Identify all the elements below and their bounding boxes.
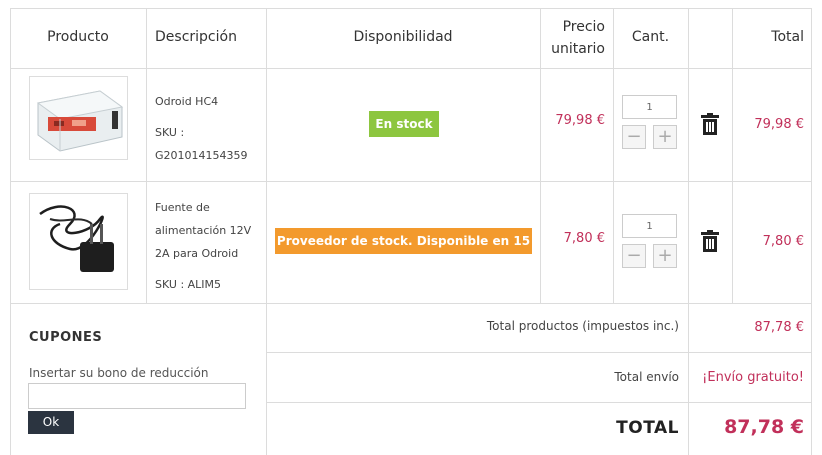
decrease-button[interactable]: − [622, 244, 646, 268]
row-divider-2 [10, 303, 812, 304]
line-total: 7,80 € [762, 234, 804, 249]
decrease-button[interactable]: − [622, 125, 646, 149]
trash-icon[interactable] [701, 113, 719, 135]
product-image-power-supply[interactable] [29, 193, 128, 290]
availability-badge: Proveedor de stock. Disponible en 15 día… [275, 228, 532, 274]
coupons-title: CUPONES [29, 330, 103, 345]
increase-button[interactable]: + [653, 244, 677, 268]
products-total-value: 87,78 € [754, 320, 804, 335]
quantity-input[interactable]: 1 [622, 214, 677, 238]
line-total: 79,98 € [754, 117, 804, 132]
header-unit-price-line2: unitario [551, 41, 605, 57]
item-name[interactable]: Odroid HC4 [155, 90, 218, 113]
coupon-label: Insertar su bono de reducción [29, 366, 209, 380]
header-product: Producto [47, 29, 109, 45]
grand-total-value: 87,78 € [724, 416, 804, 438]
header-unit-price-line1: Precio [562, 19, 605, 35]
border-top [10, 8, 812, 9]
col-divider-5 [688, 8, 689, 455]
col-divider-2 [266, 8, 267, 455]
trash-icon[interactable] [701, 230, 719, 252]
header-description: Descripción [155, 29, 237, 45]
header-availability: Disponibilidad [353, 29, 453, 45]
increase-button[interactable]: + [653, 125, 677, 149]
case-image [30, 77, 127, 159]
minus-icon: − [626, 245, 642, 266]
coupon-input[interactable] [28, 383, 246, 409]
availability-badge: En stock [369, 111, 439, 137]
item-name[interactable]: Fuente de alimentación 12V 2A para Odroi… [155, 196, 251, 265]
quantity-input[interactable]: 1 [622, 95, 677, 119]
shipping-label: Total envío [614, 370, 679, 384]
col-divider-4 [613, 8, 614, 304]
grand-total-label: TOTAL [616, 418, 679, 438]
row-divider-3 [266, 352, 812, 353]
minus-icon: − [626, 126, 642, 147]
adapter-image [30, 194, 127, 289]
unit-price: 7,80 € [563, 231, 605, 246]
col-divider-6 [732, 8, 733, 304]
border-left [10, 8, 11, 455]
row-divider-4 [266, 402, 812, 403]
item-sku: SKU : G201014154359 [155, 126, 248, 162]
unit-price: 79,98 € [555, 113, 605, 128]
products-total-label: Total productos (impuestos inc.) [486, 319, 679, 333]
col-divider-1 [146, 8, 147, 304]
coupon-ok-button[interactable]: Ok [28, 411, 74, 434]
shipping-value: ¡Envío gratuito! [702, 370, 804, 385]
header-qty: Cant. [631, 29, 670, 45]
product-image-odroid-hc4[interactable] [29, 76, 128, 160]
row-divider-header [10, 68, 812, 69]
plus-icon: + [657, 126, 673, 147]
item-sku: SKU : ALIM5 [155, 278, 222, 291]
header-total: Total [771, 29, 804, 45]
row-divider-1 [10, 181, 812, 182]
border-right [811, 8, 812, 455]
plus-icon: + [657, 245, 673, 266]
